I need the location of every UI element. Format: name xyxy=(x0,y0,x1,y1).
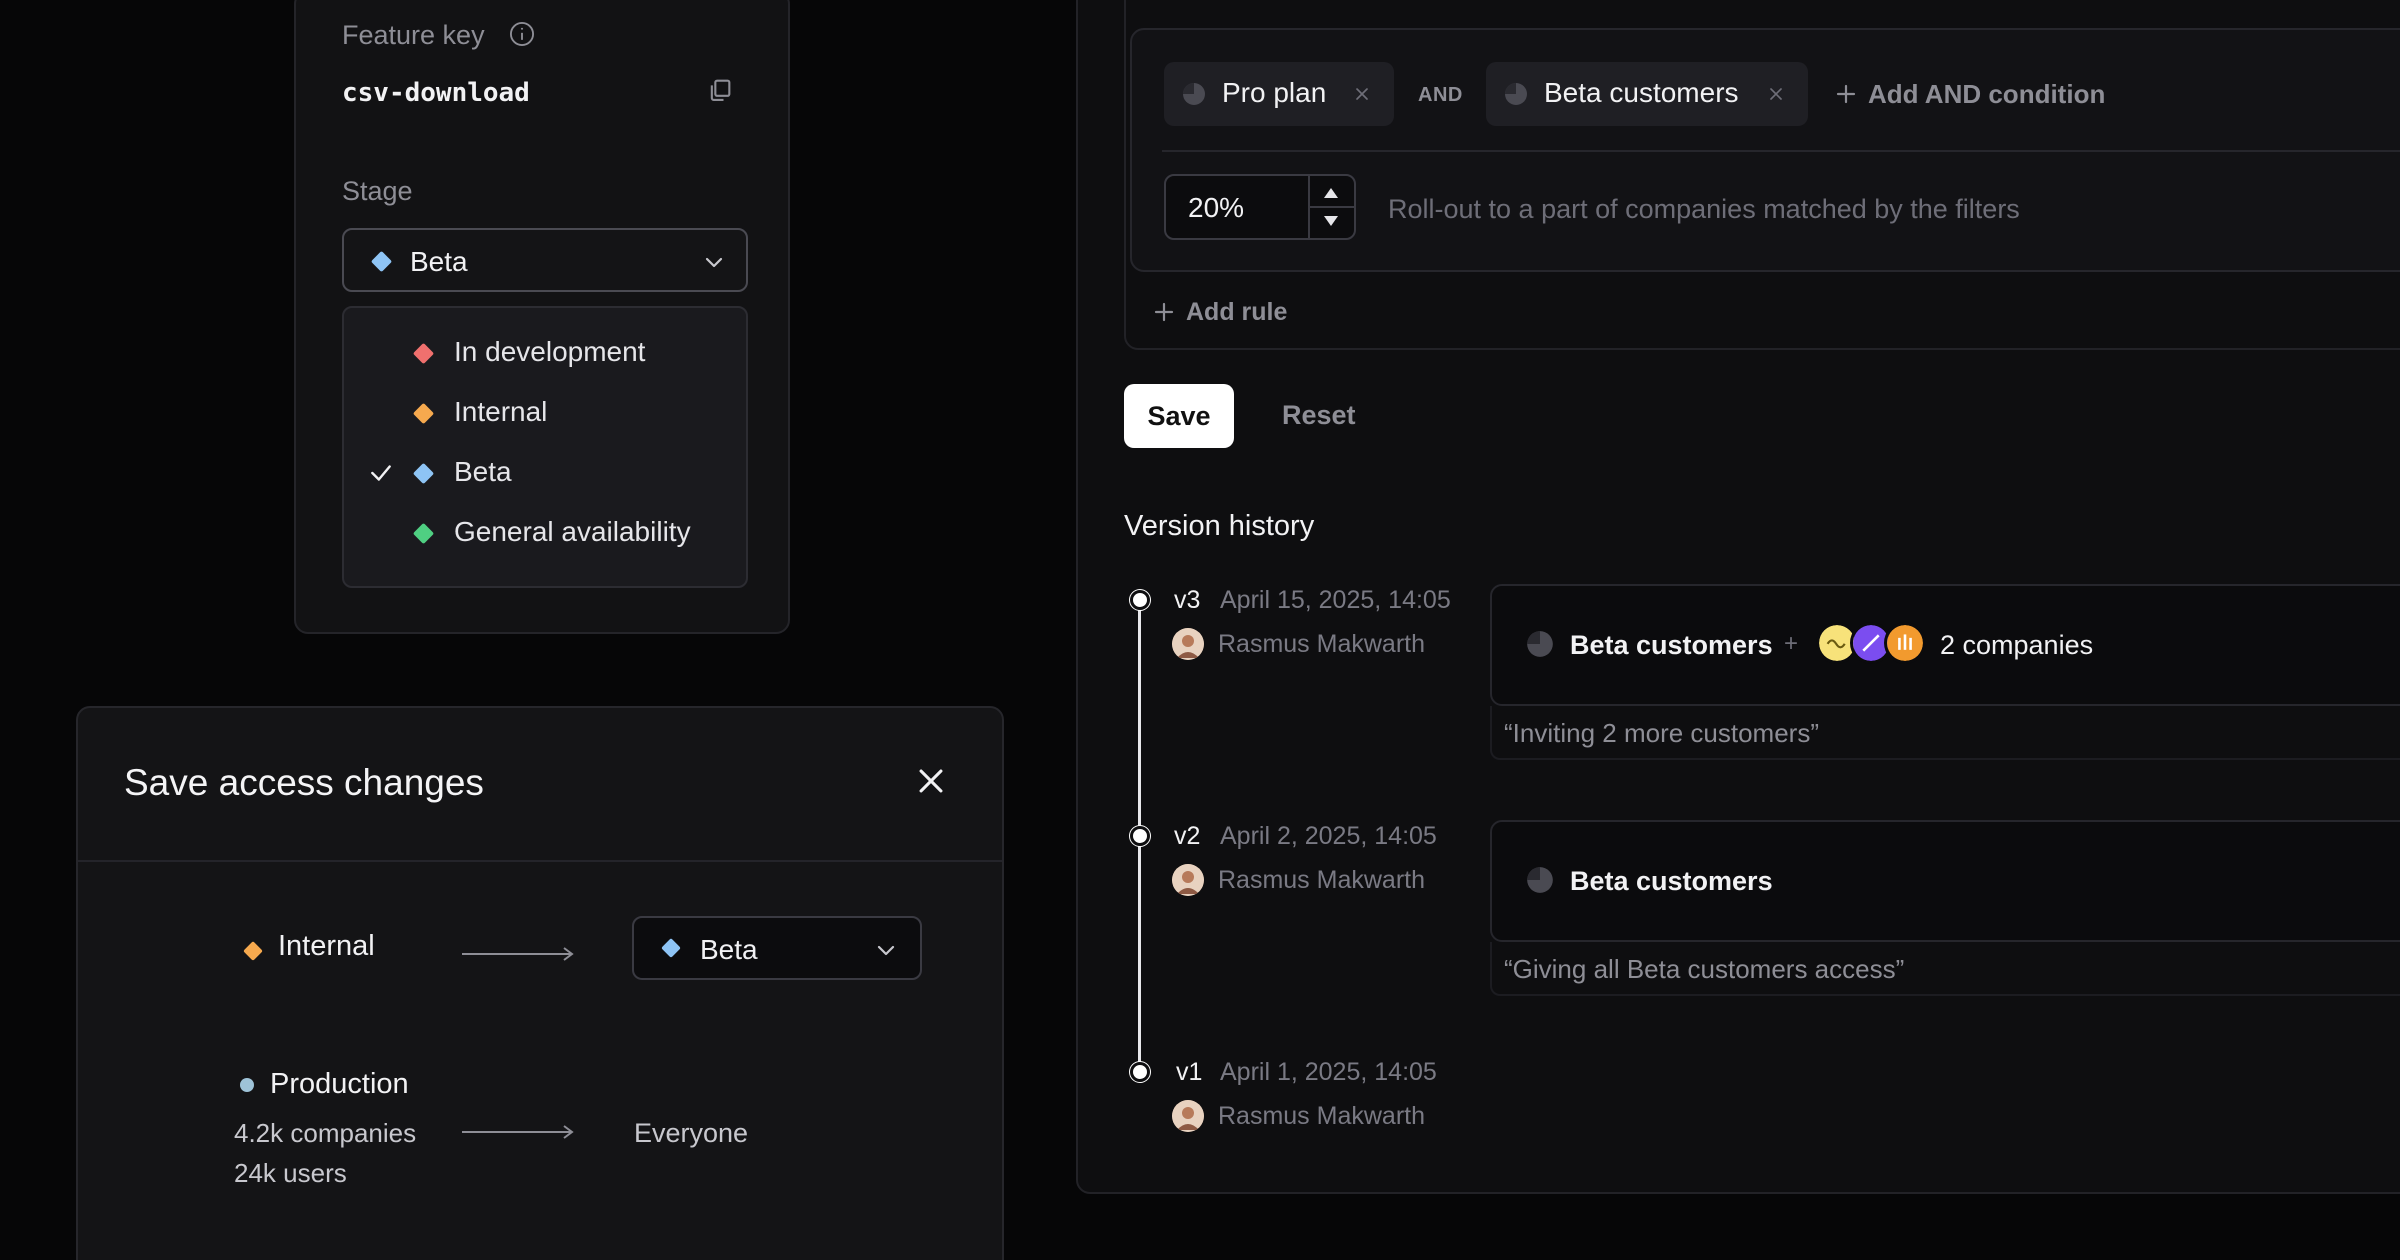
in-development-diamond-icon xyxy=(412,342,435,365)
condition-chip-pro-plan[interactable]: Pro plan xyxy=(1164,62,1394,126)
plus-icon xyxy=(1154,302,1174,322)
arrow-right-icon xyxy=(462,947,574,961)
avatar xyxy=(1172,1100,1204,1132)
general-availability-diamond-icon xyxy=(412,522,435,545)
segment-pie-icon xyxy=(1183,83,1205,105)
rule-divider xyxy=(1162,150,2400,152)
stage-option-beta[interactable]: Beta xyxy=(344,442,746,502)
stepper-divider xyxy=(1308,206,1354,208)
version-author: Rasmus Makwarth xyxy=(1218,866,1425,894)
beta-diamond-icon xyxy=(661,938,681,958)
feature-settings-card: Feature key csv-download Stage Beta In d… xyxy=(294,0,790,634)
version-history-title: Version history xyxy=(1124,510,1315,542)
version-label: v3 xyxy=(1174,586,1201,614)
version-note-box: “Inviting 2 more customers” xyxy=(1490,706,2400,760)
add-and-condition-button[interactable]: Add AND condition xyxy=(1834,78,2105,110)
modal-title: Save access changes xyxy=(124,762,484,803)
environment-label: Production xyxy=(270,1068,409,1100)
from-stage-label: Internal xyxy=(278,930,375,962)
to-stage-value: Beta xyxy=(700,934,758,965)
stage-option-general-availability[interactable]: General availability xyxy=(344,502,746,562)
environment-target: Everyone xyxy=(634,1118,749,1148)
chevron-down-icon xyxy=(705,257,723,268)
stage-beta-diamond-icon xyxy=(370,250,393,273)
rollout-hint: Roll-out to a part of companies matched … xyxy=(1388,194,2020,224)
version-date: April 2, 2025, 14:05 xyxy=(1220,822,1437,850)
stage-select[interactable]: Beta xyxy=(342,228,748,292)
copy-icon[interactable] xyxy=(706,76,734,104)
company-logo-icon xyxy=(1884,622,1926,664)
remove-icon[interactable] xyxy=(1352,84,1372,104)
environment-companies: 4.2k companies xyxy=(234,1118,417,1148)
add-rule-label: Add rule xyxy=(1186,297,1288,326)
production-dot-icon xyxy=(240,1078,254,1092)
version-card[interactable]: Beta customers + 2 companies xyxy=(1490,584,2400,706)
add-rule-button[interactable]: Add rule xyxy=(1152,296,1287,328)
stage-select-value: Beta xyxy=(410,246,468,277)
environment-users: 24k users xyxy=(234,1158,347,1188)
add-and-condition-label: Add AND condition xyxy=(1868,78,2106,109)
timeline-dot xyxy=(1130,826,1150,846)
version-note: “Giving all Beta customers access” xyxy=(1504,954,1905,984)
and-label: AND xyxy=(1418,84,1463,106)
save-button[interactable]: Save xyxy=(1124,384,1234,448)
plus-separator: + xyxy=(1784,630,1799,657)
modal-divider xyxy=(78,860,1002,862)
arrow-right-icon xyxy=(462,1125,574,1139)
version-date: April 1, 2025, 14:05 xyxy=(1220,1058,1437,1086)
timeline-dot xyxy=(1130,1062,1150,1082)
version-author: Rasmus Makwarth xyxy=(1218,630,1425,658)
remove-icon[interactable] xyxy=(1766,84,1786,104)
version-author: Rasmus Makwarth xyxy=(1218,1102,1425,1130)
stage-option-label: General availability xyxy=(454,516,691,547)
save-access-changes-modal: Save access changes Internal Beta Produc… xyxy=(76,706,1004,1260)
condition-label: Pro plan xyxy=(1222,77,1327,108)
reset-button[interactable]: Reset xyxy=(1282,400,1356,431)
feature-key-value: csv-download xyxy=(342,78,530,108)
avatar xyxy=(1172,628,1204,660)
internal-diamond-icon xyxy=(412,402,435,425)
version-label: v2 xyxy=(1174,822,1201,850)
internal-diamond-icon xyxy=(243,941,263,961)
version-note: “Inviting 2 more customers” xyxy=(1504,718,1819,748)
companies-count: 2 companies xyxy=(1940,630,2094,660)
stage-option-in-development[interactable]: In development xyxy=(344,322,746,382)
stage-option-label: Beta xyxy=(454,456,512,487)
stage-option-label: In development xyxy=(454,336,646,367)
chevron-down-icon xyxy=(877,945,895,956)
stage-option-internal[interactable]: Internal xyxy=(344,382,746,442)
version-segment: Beta customers xyxy=(1570,630,1773,660)
stepper-up-icon[interactable] xyxy=(1322,186,1340,200)
version-note-box: “Giving all Beta customers access” xyxy=(1490,942,2400,996)
condition-label: Beta customers xyxy=(1544,77,1739,108)
version-card[interactable]: Beta customers xyxy=(1490,820,2400,942)
avatar xyxy=(1172,864,1204,896)
info-icon[interactable] xyxy=(508,20,536,48)
timeline-dot xyxy=(1130,590,1150,610)
feature-key-label: Feature key xyxy=(342,20,485,50)
stage-option-label: Internal xyxy=(454,396,548,427)
rollout-percentage-input[interactable]: 20% xyxy=(1164,174,1356,240)
stage-dropdown-menu: In development Internal Beta General ava… xyxy=(342,306,748,588)
to-stage-select[interactable]: Beta xyxy=(632,916,922,980)
version-date: April 15, 2025, 14:05 xyxy=(1220,586,1451,614)
segment-pie-icon xyxy=(1527,631,1553,657)
close-icon[interactable] xyxy=(914,764,948,798)
rollout-value: 20% xyxy=(1188,192,1245,223)
check-icon xyxy=(371,465,391,481)
plus-icon xyxy=(1836,84,1856,104)
beta-diamond-icon xyxy=(412,462,435,485)
segment-pie-icon xyxy=(1527,867,1553,893)
stepper-down-icon[interactable] xyxy=(1322,214,1340,228)
version-label: v1 xyxy=(1176,1058,1203,1086)
condition-chip-beta-customers[interactable]: Beta customers xyxy=(1486,62,1808,126)
stage-label: Stage xyxy=(342,176,413,206)
version-segment: Beta customers xyxy=(1570,866,1773,896)
segment-pie-icon xyxy=(1505,83,1527,105)
